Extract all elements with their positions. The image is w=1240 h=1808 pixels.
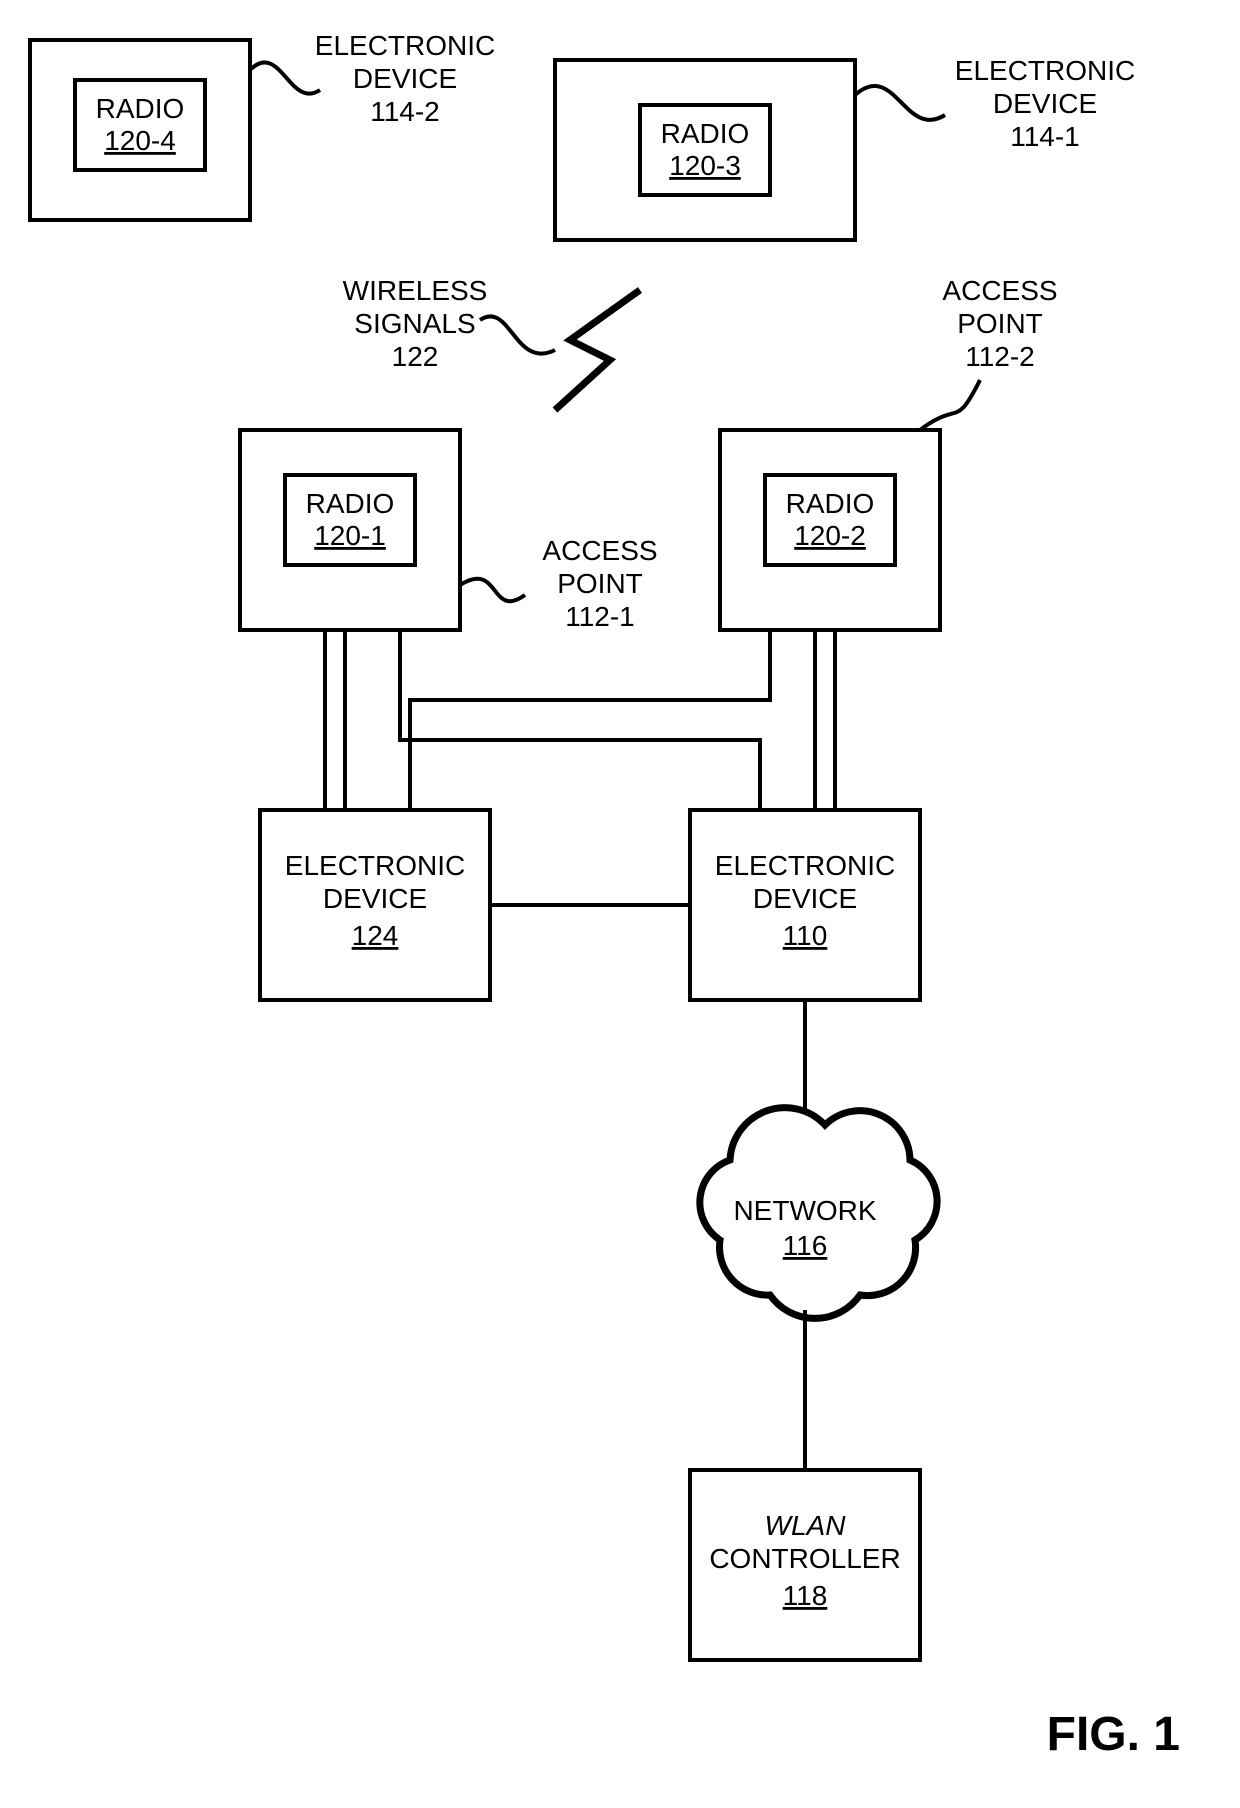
radio-120-3-ref: 120-3 [669, 150, 741, 181]
electronic-device-110-ref: 110 [783, 920, 828, 951]
electronic-device-114-1: RADIO 120-3 ELECTRONIC DEVICE 114-1 [555, 55, 1135, 240]
electronic-device-124-line1: ELECTRONIC [285, 850, 465, 881]
wlan-controller-ref: 118 [783, 1580, 828, 1611]
access-point-112-1-line2: POINT [557, 568, 643, 599]
electronic-device-110-line1: ELECTRONIC [715, 850, 895, 881]
radio-120-2-ref: 120-2 [794, 520, 866, 551]
radio-120-3: RADIO 120-3 [640, 105, 770, 195]
radio-120-2-label: RADIO [786, 488, 875, 519]
electronic-device-110: ELECTRONIC DEVICE 110 [690, 810, 920, 1000]
link-ap1-ed110 [400, 630, 760, 810]
electronic-device-110-line2: DEVICE [753, 883, 857, 914]
leader-114-1 [855, 86, 945, 120]
wireless-signals-leader [480, 316, 555, 353]
access-point-112-2-line2: POINT [957, 308, 1043, 339]
radio-120-4-label: RADIO [96, 93, 185, 124]
leader-112-2 [920, 380, 980, 430]
access-point-112-2: RADIO 120-2 [720, 430, 940, 630]
access-point-112-2-ref: 112-2 [965, 341, 1035, 372]
electronic-device-124-line2: DEVICE [323, 883, 427, 914]
access-point-112-1: RADIO 120-1 ACCESS POINT 112-1 [240, 430, 658, 632]
electronic-device-114-1-line2: DEVICE [993, 88, 1097, 119]
access-point-112-1-ref: 112-1 [565, 601, 635, 632]
radio-120-3-label: RADIO [661, 118, 750, 149]
radio-120-1: RADIO 120-1 [285, 475, 415, 565]
electronic-device-114-2: RADIO 120-4 ELECTRONIC DEVICE 114-2 [30, 30, 495, 220]
wireless-signals-line2: SIGNALS [354, 308, 475, 339]
leader-114-2 [250, 62, 320, 93]
network-ref: 116 [783, 1230, 828, 1261]
access-point-112-2-label: ACCESS POINT 112-2 [920, 275, 1058, 430]
wireless-signals-line1: WIRELESS [343, 275, 488, 306]
radio-120-4: RADIO 120-4 [75, 80, 205, 170]
wireless-signals-ref: 122 [392, 341, 439, 372]
access-point-112-1-line1: ACCESS [542, 535, 657, 566]
wireless-signals: WIRELESS SIGNALS 122 [343, 275, 640, 410]
radio-120-2: RADIO 120-2 [765, 475, 895, 565]
radio-120-1-label: RADIO [306, 488, 395, 519]
electronic-device-114-1-line1: ELECTRONIC [955, 55, 1135, 86]
wlan-controller-line1: WLAN [765, 1510, 847, 1541]
figure-label: FIG. 1 [1047, 1708, 1180, 1761]
radio-120-4-ref: 120-4 [104, 125, 176, 156]
link-ap2-ed124 [410, 630, 770, 810]
wlan-controller-line2: CONTROLLER [709, 1543, 900, 1574]
electronic-device-124-ref: 124 [352, 920, 399, 951]
leader-112-1 [460, 579, 525, 601]
electronic-device-114-2-ref: 114-2 [370, 96, 440, 127]
network-label: NETWORK [733, 1195, 876, 1226]
diagram-canvas: RADIO 120-4 ELECTRONIC DEVICE 114-2 RADI… [0, 0, 1240, 1808]
access-point-112-2-line1: ACCESS [942, 275, 1057, 306]
radio-120-1-ref: 120-1 [314, 520, 386, 551]
electronic-device-114-2-line2: DEVICE [353, 63, 457, 94]
electronic-device-124: ELECTRONIC DEVICE 124 [260, 810, 490, 1000]
network-cloud: NETWORK 116 [700, 1108, 937, 1319]
electronic-device-114-1-ref: 114-1 [1010, 121, 1080, 152]
wireless-zigzag-icon [555, 290, 640, 410]
electronic-device-114-2-line1: ELECTRONIC [315, 30, 495, 61]
wlan-controller: WLAN CONTROLLER 118 [690, 1470, 920, 1660]
